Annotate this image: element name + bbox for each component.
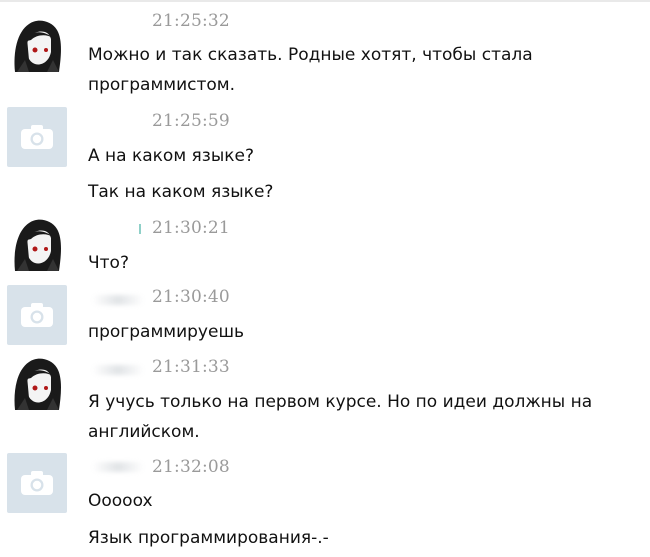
message-text: Что? bbox=[88, 253, 129, 273]
message-text: Можно и так сказать. Родные хотят, чтобы… bbox=[88, 45, 533, 65]
anime-girl-avatar-icon bbox=[7, 352, 67, 412]
camera-icon bbox=[21, 303, 53, 327]
message-text: Так на каком языке? bbox=[88, 182, 274, 202]
message-time: 21:32:08 bbox=[152, 457, 230, 477]
user-avatar[interactable] bbox=[7, 14, 67, 74]
user-avatar[interactable] bbox=[7, 285, 67, 345]
top-divider bbox=[0, 0, 650, 2]
user-avatar[interactable] bbox=[7, 352, 67, 412]
blurred-username bbox=[92, 295, 144, 305]
message-text: программистом. bbox=[88, 75, 236, 95]
camera-icon bbox=[21, 471, 53, 495]
user-avatar[interactable] bbox=[7, 107, 67, 167]
message-text: Ooooox bbox=[88, 491, 153, 511]
blurred-username bbox=[92, 365, 144, 375]
name-fragment bbox=[139, 224, 141, 234]
message-text: А на каком языке? bbox=[88, 146, 254, 166]
message-time: 21:30:40 bbox=[152, 287, 230, 307]
message-text: Я учусь только на первом курсе. Но по ид… bbox=[88, 392, 593, 412]
anime-girl-avatar-icon bbox=[7, 213, 67, 273]
user-avatar[interactable] bbox=[7, 213, 67, 273]
blurred-username bbox=[92, 462, 144, 472]
message-time: 21:25:59 bbox=[152, 111, 230, 131]
message-text: английском. bbox=[88, 422, 200, 442]
message-text: программируешь bbox=[88, 322, 245, 342]
anime-girl-avatar-icon bbox=[7, 14, 67, 74]
message-time: 21:25:32 bbox=[152, 11, 230, 31]
message-time: 21:30:21 bbox=[152, 218, 230, 238]
message-time: 21:31:33 bbox=[152, 357, 230, 377]
camera-icon bbox=[21, 125, 53, 149]
message-text: Язык программирования-.- bbox=[88, 528, 329, 548]
user-avatar[interactable] bbox=[7, 453, 67, 513]
